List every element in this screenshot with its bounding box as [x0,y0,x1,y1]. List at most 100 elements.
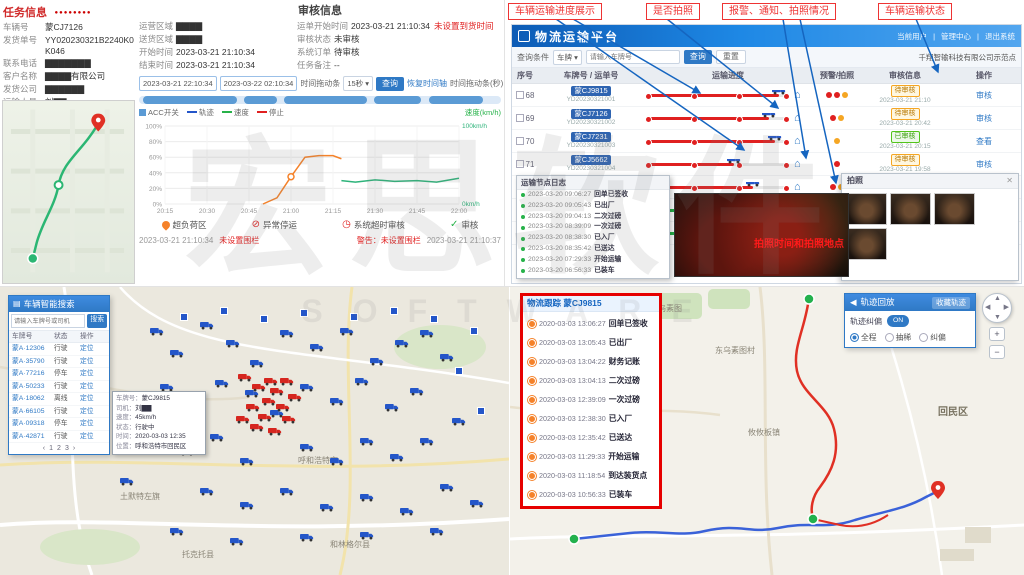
truck-marker-red[interactable] [282,415,296,424]
truck-marker-blue[interactable] [390,453,404,462]
truck-marker-blue[interactable] [330,457,344,466]
depot-marker[interactable] [260,315,268,323]
timeline-item[interactable]: 2020-03-03 11:18:54到达装货点 [523,466,659,485]
row-action[interactable]: 审核 [976,159,992,170]
playback-option[interactable]: 纠偏 [919,332,946,343]
truck-marker-red[interactable] [258,413,272,422]
row-checkbox[interactable] [516,91,524,99]
page-button[interactable]: 3 [65,445,69,452]
truck-marker-blue[interactable] [120,477,134,486]
query-button[interactable]: 查询 [376,77,404,91]
map-pan-zoom-control[interactable]: ▲ ▼ ◀ ▶ + − [982,293,1012,359]
truck-marker-blue[interactable] [170,527,184,536]
truck-marker-blue[interactable] [400,507,414,516]
truck-marker-red[interactable] [270,387,284,396]
page-button[interactable]: › [73,445,75,452]
truck-marker-red[interactable] [264,377,278,386]
timeline-item[interactable]: 2020-03-03 12:38:30已入厂 [523,409,659,428]
radio-icon[interactable] [919,333,928,342]
interval-select[interactable]: 15秒 ▾ [343,76,373,91]
truck-marker-blue[interactable] [240,501,254,510]
row-checkbox[interactable] [516,137,524,145]
truck-marker-blue[interactable] [355,377,369,386]
truck-marker-red[interactable] [276,403,290,412]
table-row[interactable]: 68蒙CJ9815YD20230321001⌂待审核2023-03-21 21:… [512,84,1021,107]
back-icon[interactable]: ◀ [850,294,857,311]
truck-marker-red[interactable] [280,377,294,386]
platform-query-button[interactable]: 查询 [684,50,712,64]
table-row[interactable]: 70蒙CJ7231YD20230321003⌂已审核2023-03-21 20:… [512,130,1021,153]
truck-marker-blue[interactable] [200,487,214,496]
search-result-row[interactable]: 蒙A·09318停车定位 [9,418,109,431]
truck-marker-blue[interactable] [360,531,374,540]
locate-link[interactable]: 定位 [80,356,106,368]
truck-marker-red[interactable] [288,393,302,402]
depot-marker[interactable] [477,407,485,415]
row-action[interactable]: 查看 [976,136,992,147]
pan-control[interactable]: ▲ ▼ ◀ ▶ [982,293,1012,323]
truck-marker-blue[interactable] [430,527,444,536]
page-button[interactable]: 1 [49,445,53,452]
timeline-item[interactable]: 2020-03-03 10:56:33已装车 [523,485,659,504]
photo-thumbnail[interactable] [846,193,887,225]
truck-marker-blue[interactable] [330,397,344,406]
truck-marker-blue[interactable] [320,503,334,512]
truck-marker-blue[interactable] [150,327,164,336]
search-type-select[interactable]: 车牌 ▾ [553,50,582,65]
truck-marker-blue[interactable] [360,493,374,502]
timeline-item[interactable]: 2020-03-03 13:06:27回单已签收 [523,314,659,333]
depot-marker[interactable] [430,315,438,323]
radio-icon[interactable] [885,333,894,342]
fleet-search-button[interactable]: 搜索 [87,314,107,328]
pan-up-icon[interactable]: ▲ [994,295,1001,302]
start-time-input[interactable]: 2023-03-21 22:10:34 [139,76,217,91]
locate-link[interactable]: 定位 [80,381,106,393]
truck-marker-blue[interactable] [215,379,229,388]
timeline-item[interactable]: 2020-03-03 12:35:42已送达 [523,428,659,447]
locate-link[interactable]: 定位 [80,368,106,380]
plate-search-input[interactable] [586,50,680,64]
truck-marker-blue[interactable] [410,387,424,396]
reset-timeline-link[interactable]: 恢复时间轴 [407,78,447,89]
photo-thumbnail[interactable] [890,193,931,225]
truck-marker-blue[interactable] [470,499,484,508]
acc-timeline-bar[interactable] [139,96,501,104]
truck-marker-blue[interactable] [300,443,314,452]
timeline-item[interactable]: 2020-03-03 11:29:33开始运输 [523,447,659,466]
search-result-row[interactable]: 蒙A·77216停车定位 [9,368,109,381]
depot-marker[interactable] [470,327,478,335]
search-result-row[interactable]: 蒙A·66105行驶定位 [9,406,109,419]
search-result-row[interactable]: 蒙A·42871行驶定位 [9,431,109,444]
pan-down-icon[interactable]: ▼ [994,314,1001,321]
truck-marker-red[interactable] [262,397,276,406]
locate-link[interactable]: 定位 [80,343,106,355]
timeline-item[interactable]: 2020-03-03 13:04:22财务记账 [523,352,659,371]
truck-marker-blue[interactable] [420,437,434,446]
favorite-track-button[interactable]: 收藏轨迹 [932,297,970,309]
header-link[interactable]: 退出系统 [985,32,1015,41]
locate-link[interactable]: 定位 [80,406,106,418]
row-action[interactable]: 审核 [976,113,992,124]
search-result-row[interactable]: 蒙A·12306行驶定位 [9,343,109,356]
truck-marker-blue[interactable] [226,339,240,348]
truck-marker-blue[interactable] [300,533,314,542]
radio-icon[interactable] [850,333,859,342]
truck-marker-blue[interactable] [440,483,454,492]
truck-marker-blue[interactable] [210,433,224,442]
truck-marker-red[interactable] [250,423,264,432]
pan-left-icon[interactable]: ◀ [985,303,990,311]
truck-marker-blue[interactable] [170,349,184,358]
truck-marker-blue[interactable] [240,457,254,466]
depot-marker[interactable] [300,309,308,317]
depot-marker[interactable] [180,313,188,321]
page-button[interactable]: ‹ [43,445,45,452]
zoom-in-button[interactable]: + [989,327,1005,341]
page-button[interactable]: 2 [57,445,61,452]
truck-marker-blue[interactable] [340,327,354,336]
truck-marker-red[interactable] [236,415,250,424]
truck-marker-red[interactable] [246,403,260,412]
platform-reset-button[interactable]: 重置 [716,50,746,64]
truck-marker-blue[interactable] [420,329,434,338]
truck-marker-blue[interactable] [395,339,409,348]
search-result-row[interactable]: 蒙A·50233行驶定位 [9,381,109,394]
